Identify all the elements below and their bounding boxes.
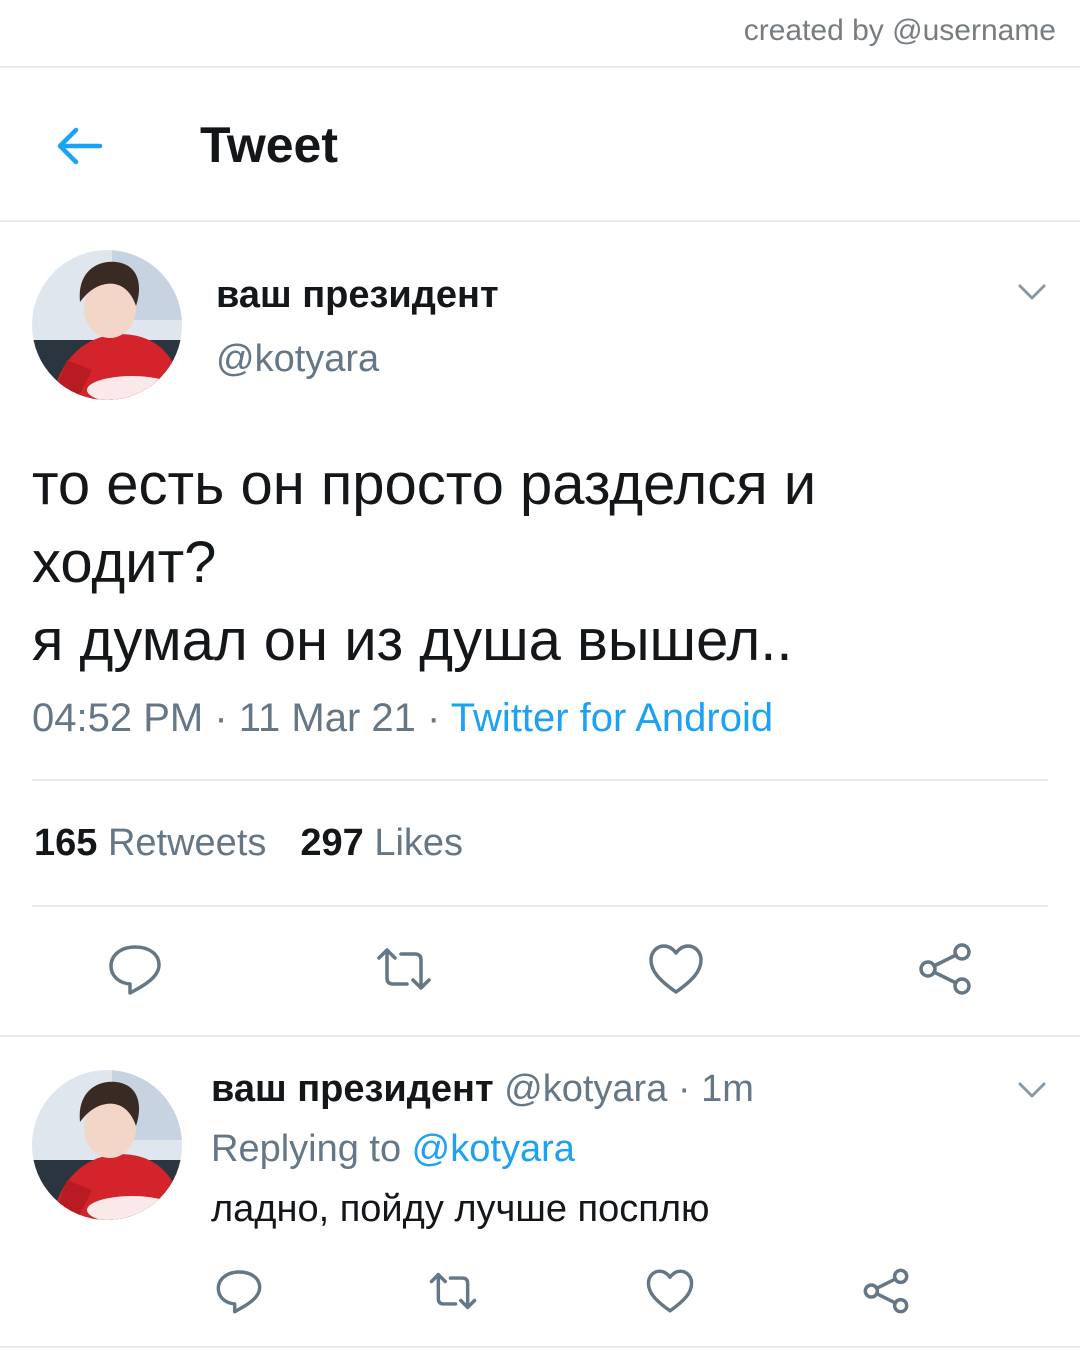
avatar-image — [32, 250, 182, 400]
likes-label: Likes — [374, 822, 464, 864]
tweet-menu-button[interactable] — [1016, 276, 1048, 308]
separator: · — [667, 1068, 702, 1110]
handle[interactable]: @kotyara — [216, 338, 379, 381]
like-button[interactable] — [647, 940, 705, 998]
reply-avatar[interactable] — [32, 1070, 182, 1220]
watermark: created by @username — [743, 14, 1056, 47]
reply-menu-button[interactable] — [1016, 1074, 1048, 1106]
chevron-down-icon — [1018, 284, 1046, 300]
reply-like-button[interactable] — [645, 1266, 695, 1316]
reply-reply-button[interactable] — [214, 1266, 264, 1316]
divider — [32, 779, 1048, 781]
avatar[interactable] — [32, 250, 182, 400]
share-icon — [919, 943, 971, 995]
tweet-text-line: ходит? — [32, 530, 217, 595]
tweet-meta: 04:52 PM · 11 Mar 21 · Twitter for Andro… — [32, 696, 773, 741]
separator: · — [415, 696, 451, 740]
divider — [0, 66, 1080, 68]
chevron-down-icon — [1018, 1082, 1046, 1098]
like-icon — [646, 1269, 694, 1313]
reply-text: ладно, пойду лучше посплю — [211, 1188, 710, 1230]
retweets-count: 165 — [34, 822, 98, 864]
reply-header: ваш президент @kotyara · 1m — [211, 1068, 754, 1111]
separator: · — [203, 696, 239, 740]
divider — [0, 220, 1080, 222]
reply-retweet-button[interactable] — [428, 1266, 478, 1316]
reply-share-button[interactable] — [861, 1266, 911, 1316]
tweet-text-line: то есть он просто разделся и — [32, 452, 817, 517]
engagement-counts: 165 Retweets 297 Likes — [34, 822, 463, 865]
retweets-stat[interactable]: 165 Retweets — [34, 822, 266, 864]
tweet-source-link[interactable]: Twitter for Android — [451, 696, 773, 740]
retweet-icon — [377, 948, 431, 990]
share-icon — [863, 1268, 909, 1314]
tweet-text: то есть он просто разделся и ходит? я ду… — [32, 446, 1032, 680]
divider — [0, 1346, 1080, 1348]
like-icon — [649, 944, 703, 994]
reply-icon — [109, 945, 161, 995]
reply-icon — [216, 1270, 262, 1314]
avatar-image — [32, 1070, 182, 1220]
tweet-text-line: я думал он из душа вышел.. — [32, 608, 793, 673]
reply-age: 1m — [701, 1068, 754, 1110]
replying-to: Replying to @kotyara — [211, 1128, 575, 1171]
reply-button[interactable] — [106, 940, 164, 998]
display-name[interactable]: ваш президент — [216, 274, 499, 317]
likes-stat[interactable]: 297 Likes — [300, 822, 463, 864]
tweet-date: 11 Mar 21 — [238, 696, 416, 740]
reply-display-name[interactable]: ваш президент — [211, 1068, 494, 1110]
page-title: Tweet — [200, 117, 338, 173]
tweet-time: 04:52 PM — [32, 696, 204, 740]
retweets-label: Retweets — [107, 822, 267, 864]
replying-prefix: Replying to — [211, 1128, 412, 1170]
replying-handle-link[interactable]: @kotyara — [412, 1128, 575, 1170]
arrow-left-icon — [57, 127, 103, 165]
reply-handle[interactable]: @kotyara — [504, 1068, 667, 1110]
retweet-button[interactable] — [375, 940, 433, 998]
retweet-icon — [429, 1272, 477, 1310]
share-button[interactable] — [916, 940, 974, 998]
likes-count: 297 — [300, 822, 364, 864]
divider — [0, 1035, 1080, 1037]
back-button[interactable] — [52, 120, 104, 172]
divider — [32, 905, 1048, 907]
